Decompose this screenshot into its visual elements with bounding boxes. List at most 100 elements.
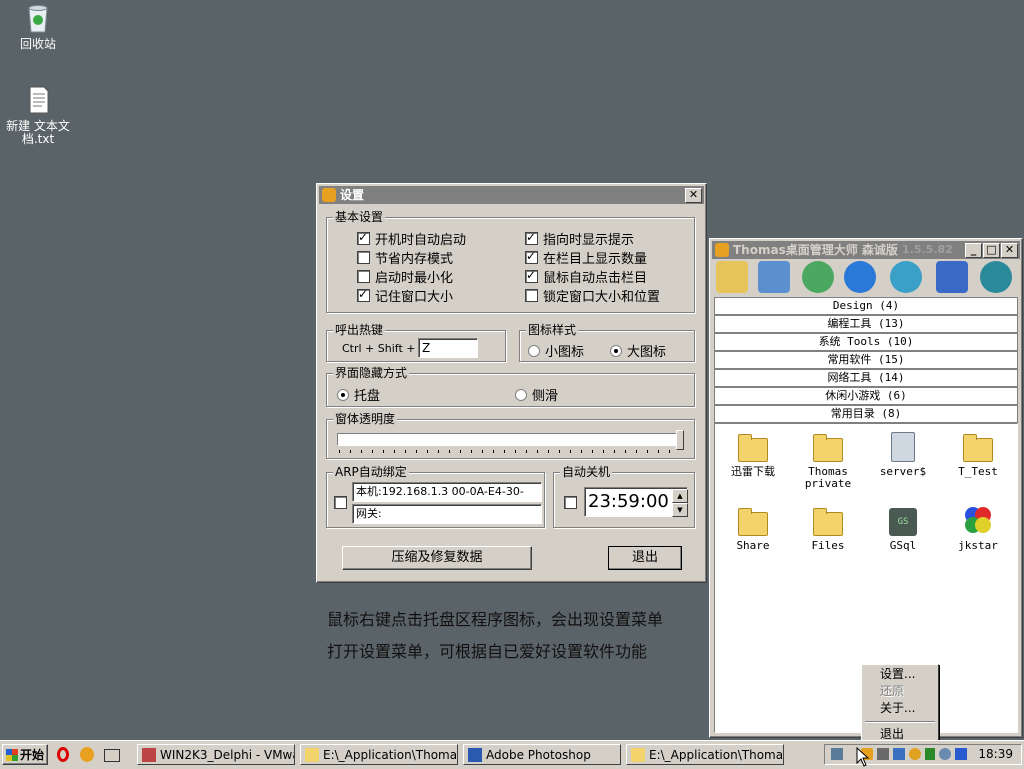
- desktop-icon-text-file[interactable]: 新建 文本文档.txt: [0, 84, 76, 146]
- tray-icon-mail[interactable]: [877, 748, 889, 760]
- task-explorer-2[interactable]: E:\_Application\ThomasS...: [626, 744, 784, 765]
- start-button[interactable]: 开始: [2, 744, 48, 765]
- category-common-dirs[interactable]: 常用目录 (8): [714, 405, 1018, 423]
- item-thomas-private[interactable]: Thomas private: [792, 430, 864, 490]
- task-vmware[interactable]: WIN2K3_Delphi - VMwar...: [137, 744, 295, 765]
- item-server[interactable]: server$: [867, 430, 939, 478]
- tray-context-menu: 设置... 还原 关于... 退出: [861, 664, 939, 746]
- menu-item-about[interactable]: 关于...: [864, 700, 950, 717]
- option-show-tooltip[interactable]: 指向时显示提示: [525, 230, 634, 248]
- item-files[interactable]: Files: [792, 504, 864, 552]
- category-design[interactable]: Design (4): [714, 297, 1018, 315]
- checkbox[interactable]: [525, 268, 538, 283]
- radio[interactable]: [528, 345, 540, 357]
- manager-version: 1.5.5.82: [902, 243, 953, 256]
- maximize-button[interactable]: □: [983, 243, 1000, 258]
- tray-icon-network[interactable]: [831, 748, 843, 760]
- checkbox[interactable]: [334, 496, 347, 509]
- option-lock-window[interactable]: 锁定窗口大小和位置: [525, 289, 660, 305]
- menu-item-settings[interactable]: 设置...: [864, 666, 950, 683]
- item-gsql[interactable]: GS GSql: [867, 504, 939, 552]
- photoshop-icon: [468, 748, 482, 762]
- group-title: 基本设置: [333, 210, 386, 224]
- desktop-icon-recycle-bin[interactable]: 回收站: [0, 2, 76, 51]
- opera-icon[interactable]: [57, 747, 69, 762]
- close-button[interactable]: ✕: [1001, 243, 1018, 258]
- computer-icon[interactable]: [758, 261, 790, 293]
- arp-gateway-field[interactable]: 网关:: [352, 504, 542, 524]
- clock: 18:39: [978, 747, 1013, 761]
- shutdown-checkbox[interactable]: [564, 496, 582, 512]
- exit-button[interactable]: 退出: [608, 546, 682, 570]
- checkbox[interactable]: [357, 230, 370, 245]
- checkbox[interactable]: [357, 287, 370, 302]
- option-show-count[interactable]: 在栏目上显示数量: [525, 249, 647, 267]
- radio-tray[interactable]: 托盘: [337, 385, 380, 404]
- close-button[interactable]: ✕: [685, 188, 702, 203]
- network-icon[interactable]: [890, 261, 922, 293]
- option-start-minimized[interactable]: 启动时最小化: [357, 270, 453, 286]
- folder-icon: [738, 508, 768, 536]
- checkbox[interactable]: [525, 230, 538, 245]
- globe-icon[interactable]: [980, 261, 1012, 293]
- task-explorer-1[interactable]: E:\_Application\ThomasS...: [300, 744, 458, 765]
- checkbox[interactable]: [357, 270, 370, 283]
- option-auto-click[interactable]: 鼠标自动点击栏目: [525, 268, 647, 286]
- category-programming[interactable]: 编程工具 (13): [714, 315, 1018, 333]
- manager-titlebar[interactable]: Thomas桌面管理大师 森诚版 1.5.5.82 _ □ ✕: [712, 241, 1020, 259]
- compress-repair-button[interactable]: 压缩及修复数据: [342, 546, 532, 570]
- checkbox[interactable]: [357, 251, 370, 264]
- spin-up-button[interactable]: ▲: [672, 489, 688, 503]
- minimize-button[interactable]: _: [965, 243, 982, 258]
- tray-icon-shield[interactable]: [955, 748, 967, 760]
- radio-large-icon[interactable]: 大图标: [610, 341, 666, 360]
- checkbox[interactable]: [564, 496, 577, 509]
- category-network[interactable]: 网络工具 (14): [714, 369, 1018, 387]
- network-share-icon: [891, 432, 915, 462]
- group-title: 窗体透明度: [333, 412, 398, 426]
- tray-icon-green[interactable]: [925, 748, 935, 760]
- qq-icon[interactable]: [80, 747, 94, 762]
- arp-local-field[interactable]: 本机:192.168.1.3 00-0A-E4-30-B6-03: [352, 482, 542, 516]
- spin-down-button[interactable]: ▼: [672, 503, 688, 517]
- category-games[interactable]: 休闲小游戏 (6): [714, 387, 1018, 405]
- arp-checkbox[interactable]: [334, 496, 352, 512]
- caption-line-2: 打开设置菜单，可根据自已爱好设置软件功能: [327, 642, 648, 661]
- folder-icon: [631, 748, 645, 762]
- recycle-icon[interactable]: [802, 261, 834, 293]
- gsql-icon: GS: [889, 508, 917, 536]
- item-share[interactable]: Share: [717, 504, 789, 552]
- transparency-slider-thumb[interactable]: [676, 430, 684, 450]
- manager-toolbar: [714, 261, 1016, 295]
- radio[interactable]: [610, 345, 622, 357]
- radio[interactable]: [515, 389, 527, 401]
- radio-side[interactable]: 侧滑: [515, 385, 558, 404]
- book-icon[interactable]: [104, 749, 120, 762]
- checkbox[interactable]: [525, 289, 538, 302]
- folder-icon: [813, 508, 843, 536]
- option-remember-size[interactable]: 记住窗口大小: [357, 287, 453, 305]
- task-photoshop[interactable]: Adobe Photoshop: [463, 744, 621, 765]
- desktop-icon-label: 新建 文本文档.txt: [6, 119, 70, 146]
- item-jkstar[interactable]: jkstar: [942, 504, 1014, 552]
- tray-icon-clock[interactable]: [939, 748, 951, 760]
- ie-icon[interactable]: [844, 261, 876, 293]
- item-t-test[interactable]: T_Test: [942, 430, 1014, 478]
- hotkey-input[interactable]: Z: [418, 338, 478, 358]
- export-icon[interactable]: [936, 261, 968, 293]
- radio-small-icon[interactable]: 小图标: [528, 341, 584, 360]
- category-common-software[interactable]: 常用软件 (15): [714, 351, 1018, 369]
- option-memory-saving[interactable]: 节省内存模式: [357, 251, 453, 267]
- radio[interactable]: [337, 389, 349, 401]
- quicklaunch: [54, 746, 124, 764]
- checkbox[interactable]: [525, 249, 538, 264]
- item-xunlei[interactable]: 迅雷下载: [717, 430, 789, 478]
- transparency-slider-track[interactable]: [337, 433, 683, 446]
- manager-window: Thomas桌面管理大师 森诚版 1.5.5.82 _ □ ✕ Design (…: [709, 238, 1023, 738]
- open-folder-icon[interactable]: [716, 261, 748, 293]
- tray-icon-monitor[interactable]: [893, 748, 905, 760]
- tray-icon-qq[interactable]: [909, 748, 921, 760]
- settings-titlebar[interactable]: 设置 ✕: [319, 186, 704, 204]
- category-system[interactable]: 系统 Tools (10): [714, 333, 1018, 351]
- option-autostart[interactable]: 开机时自动启动: [357, 230, 466, 248]
